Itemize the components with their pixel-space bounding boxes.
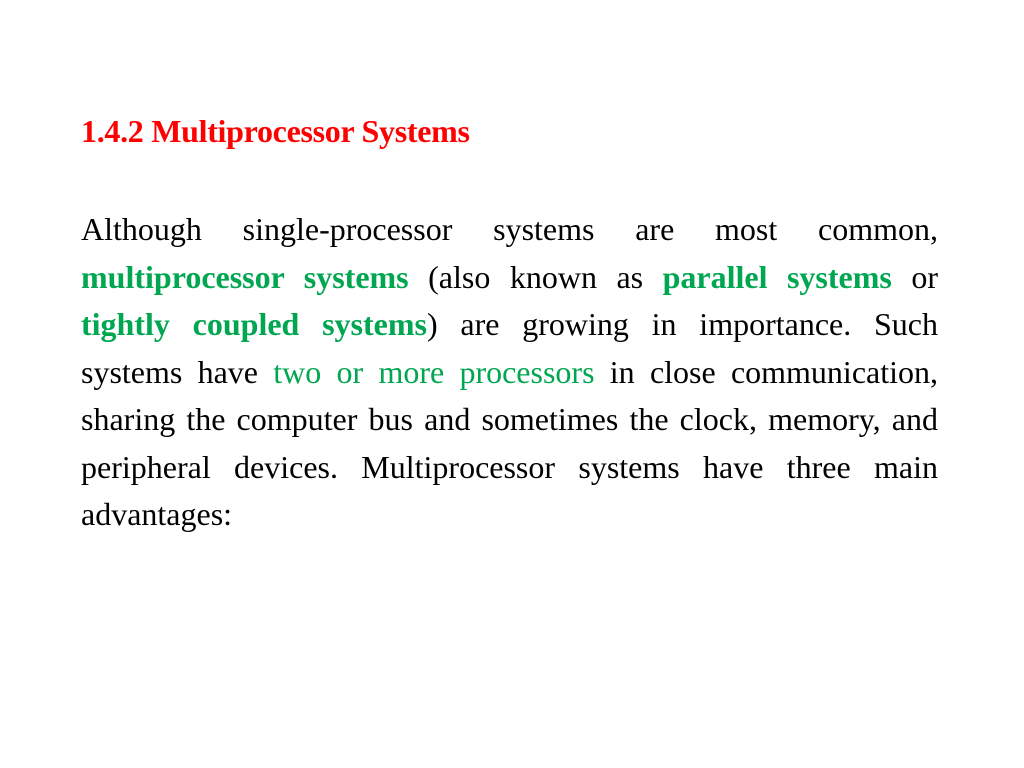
term-multiprocessor-systems: multiprocessor systems <box>81 258 409 295</box>
slide-title: 1.4.2 Multiprocessor Systems <box>81 113 470 149</box>
text-segment: (also known as <box>408 258 663 295</box>
highlight-two-or-more-processors: two or more processors <box>273 353 595 390</box>
text-segment: or <box>891 258 938 295</box>
term-parallel-systems: parallel systems <box>662 258 892 295</box>
text-segment: Although single-processor systems are mo… <box>81 211 938 247</box>
term-tightly-coupled-systems: tightly coupled systems <box>81 306 427 342</box>
body-paragraph: Although single-processor systems are mo… <box>81 206 938 539</box>
